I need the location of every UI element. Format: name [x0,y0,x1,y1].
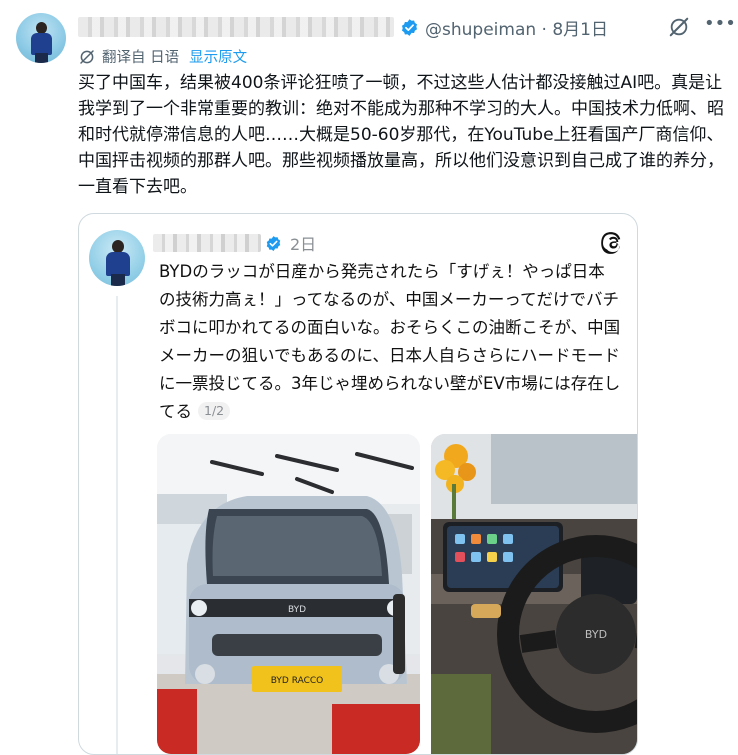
tweet-header: @shupeiman · 8月1日 [78,14,608,40]
show-original-link[interactable]: 显示原文 [189,46,247,67]
grille-logo-text: BYD [288,605,306,615]
quoted-post-header: 2日 [153,232,316,254]
translate-icon [80,49,94,64]
avatar-person-body [106,252,130,276]
quoted-blurred-name[interactable] [153,234,261,252]
avatar-person-legs [111,274,125,286]
quoted-post-text-body: BYDのラッコが日産から発売されたら「すげぇ！やっぱ日本の技術力高ぇ！」ってなる… [159,262,621,421]
license-plate-text: BYD RACCO [271,676,324,686]
translated-from-label: 翻译自 日语 [102,50,180,66]
quoted-post-text: BYDのラッコが日産から発売されたら「すげぇ！やっぱ日本の技術力高ぇ！」ってなる… [159,258,621,426]
quoted-post-date: 2日 [290,235,317,254]
page-indicator: 1/2 [198,402,231,420]
tweet-handle-meta[interactable]: @shupeiman · 8月1日 [425,15,608,40]
quoted-author-avatar[interactable] [89,230,145,286]
avatar-person-legs [35,53,48,63]
quoted-post-card[interactable]: 2日 BYDのラッコが日産から発売されたら「すげぇ！やっぱ日本の技術力高ぇ！」っ… [78,213,638,755]
verified-badge-icon [266,235,281,251]
thread-connector-line [116,296,118,754]
verified-badge-icon [401,18,418,36]
more-icon[interactable]: ••• [704,14,736,34]
grok-icon[interactable] [668,16,690,38]
meta-separator: · [541,19,547,40]
car-interior-illustration: BYD [431,434,637,754]
tweet-body-text: 买了中国车，结果被400条评论狂喷了一顿，不过这些人估计都没接触过AI吧。真是让… [78,73,724,197]
translation-bar: 翻译自 日语 显示原文 [78,46,247,67]
avatar-person-body [31,33,52,55]
tweet-handle[interactable]: @shupeiman [425,20,536,40]
car-exterior-illustration: BYD RACCO BYD [157,434,420,754]
car-interior-photo[interactable]: BYD [431,434,637,754]
tweet-date[interactable]: 8月1日 [552,20,608,40]
tweet-avatar[interactable] [16,13,66,63]
car-exterior-photo[interactable]: BYD RACCO BYD [157,434,420,754]
steering-wheel-logo-text: BYD [585,628,607,641]
blurred-display-name[interactable] [78,17,394,37]
threads-logo-icon [601,232,621,254]
